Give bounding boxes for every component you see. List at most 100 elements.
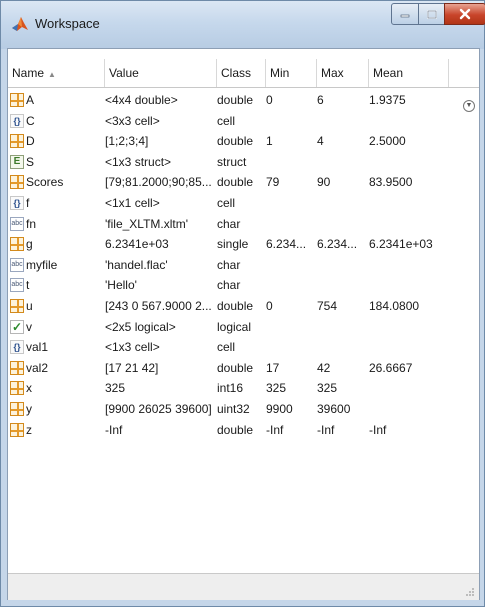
char-icon: abc	[10, 257, 24, 272]
variable-min: 6.234...	[266, 237, 307, 252]
variable-value[interactable]: 'Hello'	[105, 275, 215, 295]
variable-name[interactable]: myfile	[26, 255, 104, 275]
variable-name[interactable]: S	[26, 152, 104, 172]
header-class[interactable]: Class	[217, 59, 266, 87]
struct-icon: E	[10, 154, 24, 169]
header-value[interactable]: Value	[105, 59, 217, 87]
variable-max	[317, 152, 367, 172]
grid-icon	[10, 93, 24, 107]
variable-value[interactable]: 'handel.flac'	[105, 255, 215, 275]
variable-min: -Inf	[266, 422, 284, 437]
variable-name[interactable]: fn	[26, 214, 104, 234]
variable-name[interactable]: C	[26, 111, 104, 131]
variable-row[interactable]: ✓ v <2x5 logical> logical	[8, 317, 479, 338]
cell-icon: {}	[10, 340, 24, 355]
variable-min	[266, 337, 314, 357]
variable-class: double	[217, 360, 254, 375]
variable-name[interactable]: g	[26, 234, 104, 254]
variable-row[interactable]: x 325 int16 325 325	[8, 378, 479, 399]
variable-name[interactable]: Scores	[26, 172, 104, 192]
variable-type-cell	[8, 378, 26, 398]
title-bar[interactable]: Workspace	[1, 1, 485, 49]
variable-type-cell	[8, 420, 26, 440]
variable-value[interactable]: <2x5 logical>	[105, 317, 215, 337]
variable-name[interactable]: val2	[26, 358, 104, 378]
variable-name[interactable]: z	[26, 420, 104, 440]
variable-min	[266, 111, 314, 131]
variable-type-cell: abc	[8, 255, 26, 275]
close-button[interactable]	[444, 3, 485, 25]
variable-name[interactable]: x	[26, 378, 104, 398]
header-min[interactable]: Min	[266, 59, 317, 87]
variable-name[interactable]: y	[26, 399, 104, 419]
cell-icon: {}	[10, 113, 24, 128]
variable-row[interactable]: A <4x4 double> double 0 6 1.9375	[8, 90, 479, 111]
variable-value[interactable]: <1x3 struct>	[105, 152, 215, 172]
variable-min	[266, 275, 314, 295]
variable-value[interactable]: [17 21 42]	[105, 358, 215, 378]
variable-type-cell: {}	[8, 193, 26, 213]
variable-min	[266, 317, 314, 337]
char-icon: abc	[10, 278, 24, 293]
variable-class: char	[217, 216, 241, 231]
variable-value[interactable]: [9900 26025 39600]	[105, 399, 215, 419]
variable-row[interactable]: y [9900 26025 39600] uint32 9900 39600	[8, 399, 479, 420]
variable-class: double	[217, 93, 254, 107]
variable-max: 754	[317, 298, 338, 313]
variable-value[interactable]: 'file_XLTM.xltm'	[105, 214, 215, 234]
variable-row[interactable]: {} val1 <1x3 cell> cell	[8, 337, 479, 358]
variable-max: 6.234...	[317, 237, 358, 252]
variable-name[interactable]: t	[26, 275, 104, 295]
variable-max: 39600	[317, 401, 351, 416]
variable-class: cell	[217, 113, 236, 128]
workspace-window: Workspace Name ▲ Value Class Min Max Mean…	[0, 0, 485, 607]
variable-min: 0	[266, 298, 273, 313]
variable-max	[317, 111, 367, 131]
variable-name[interactable]: A	[26, 90, 104, 110]
cell-icon: {}	[10, 195, 24, 210]
header-name[interactable]: Name ▲	[8, 59, 105, 87]
variable-row[interactable]: abc fn'file_XLTM.xltm' char	[8, 214, 479, 235]
variable-value[interactable]: 6.2341e+03	[105, 234, 215, 254]
header-max[interactable]: Max	[317, 59, 369, 87]
variable-name[interactable]: f	[26, 193, 104, 213]
variable-row[interactable]: abc myfile'handel.flac' char	[8, 255, 479, 276]
status-bar	[8, 573, 479, 600]
variable-value[interactable]: -Inf	[105, 420, 215, 440]
variable-row[interactable]: D [1;2;3;4] double 1 4 2.5000	[8, 131, 479, 152]
variable-value[interactable]: 325	[105, 378, 215, 398]
variable-row[interactable]: E S <1x3 struct> struct	[8, 152, 479, 173]
variable-row[interactable]: z -Inf double -Inf -Inf -Inf	[8, 420, 479, 441]
variable-row[interactable]: u [243 0 567.9000 2... double 0 754 184.0800	[8, 296, 479, 317]
minimize-button[interactable]	[391, 3, 419, 25]
variable-value[interactable]: <1x3 cell>	[105, 337, 215, 357]
variable-name[interactable]: val1	[26, 337, 104, 357]
variable-value[interactable]: <1x1 cell>	[105, 193, 215, 213]
variable-value[interactable]: [243 0 567.9000 2...	[105, 296, 215, 316]
variable-row[interactable]: {} f <1x1 cell> cell	[8, 193, 479, 214]
resize-grip-icon[interactable]	[465, 587, 475, 597]
variable-mean	[369, 317, 449, 337]
variable-row[interactable]: {} C <3x3 cell> cell	[8, 111, 479, 132]
variable-mean: 2.5000	[369, 134, 406, 149]
variable-min	[266, 214, 314, 234]
variable-value[interactable]: [79;81.2000;90;85...	[105, 172, 215, 192]
variable-value[interactable]: <4x4 double>	[105, 90, 215, 110]
header-mean[interactable]: Mean	[369, 59, 449, 87]
variable-name[interactable]: v	[26, 317, 104, 337]
variable-value[interactable]: <3x3 cell>	[105, 111, 215, 131]
variable-mean: 83.9500	[369, 175, 413, 190]
variable-row[interactable]: val2 [17 21 42] double 17 42 26.6667	[8, 358, 479, 379]
variable-class: cell	[217, 340, 236, 355]
variable-name[interactable]: D	[26, 131, 104, 151]
close-icon	[459, 8, 471, 20]
variable-max: 42	[317, 360, 331, 375]
variable-row[interactable]: abc t 'Hello' char	[8, 275, 479, 296]
variable-value[interactable]: [1;2;3;4]	[105, 131, 215, 151]
grid-icon	[10, 175, 24, 190]
variable-row[interactable]: Scores [79;81.2000;90;85... double 79 90 83.9…	[8, 172, 479, 193]
variable-name[interactable]: u	[26, 296, 104, 316]
variable-row[interactable]: g 6.2341e+03 single 6.234... 6.234... 6.2341e…	[8, 234, 479, 255]
window-title: Workspace	[35, 16, 100, 31]
maximize-button[interactable]	[418, 3, 445, 25]
